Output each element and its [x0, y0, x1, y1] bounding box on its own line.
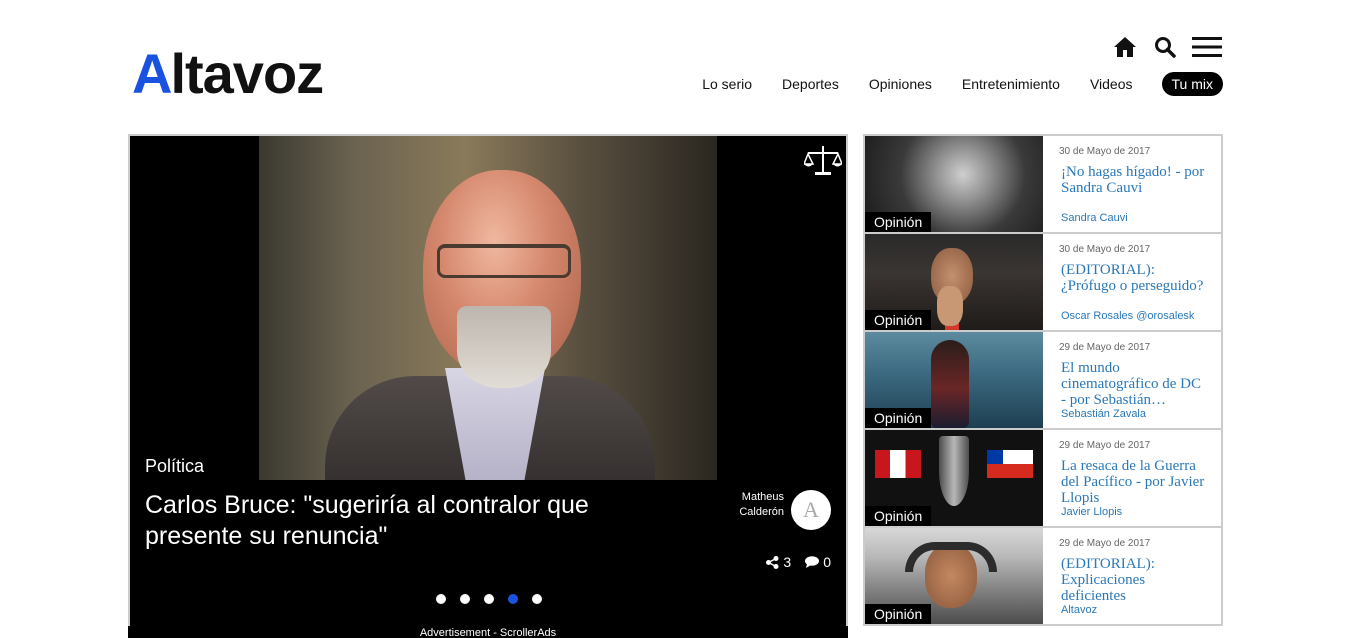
share-icon — [766, 555, 779, 569]
opinion-author[interactable]: Javier Llopis — [1061, 506, 1122, 518]
author-avatar[interactable]: A — [791, 490, 831, 530]
comment-count[interactable]: 0 — [805, 554, 831, 570]
opinion-date: 30 de Mayo de 2017 — [1059, 146, 1151, 157]
opinion-date: 29 de Mayo de 2017 — [1059, 440, 1151, 451]
peru-flag-icon — [875, 450, 921, 478]
opinion-date: 30 de Mayo de 2017 — [1059, 244, 1151, 255]
header-icons — [1112, 34, 1222, 60]
logo-letter-a: A — [132, 42, 172, 105]
nav-deportes[interactable]: Deportes — [782, 72, 839, 96]
slider-dot[interactable] — [484, 594, 494, 604]
opinion-thumbnail[interactable]: Opinión — [865, 332, 1043, 428]
search-icon[interactable] — [1152, 34, 1178, 60]
hero-slider[interactable]: Política Carlos Bruce: "sugeriría al con… — [128, 134, 848, 636]
opinion-card[interactable]: Opinión 29 de Mayo de 2017 La resaca de … — [863, 428, 1223, 526]
opinion-date: 29 de Mayo de 2017 — [1059, 538, 1151, 549]
opinion-title[interactable]: ¡No hagas hígado! - por Sandra Cauvi — [1061, 164, 1207, 196]
home-icon[interactable] — [1112, 34, 1138, 60]
slider-dot[interactable] — [436, 594, 446, 604]
opinion-tag: Opinión — [865, 506, 932, 526]
opinion-date: 29 de Mayo de 2017 — [1059, 342, 1151, 353]
hero-stats: 3 0 — [766, 554, 831, 570]
opinion-card[interactable]: Opinión 29 de Mayo de 2017 El mundo cine… — [863, 330, 1223, 428]
hero-author-name[interactable]: Matheus Calderón — [714, 490, 784, 520]
opinion-thumbnail[interactable]: Opinión — [865, 136, 1043, 232]
opinion-tag: Opinión — [865, 212, 932, 232]
ad-label: Advertisement - ScrollerAds — [128, 626, 848, 638]
opinion-title[interactable]: (EDITORIAL): ¿Prófugo o perseguido? — [1061, 262, 1207, 294]
slider-dot[interactable] — [508, 594, 518, 604]
opinion-title[interactable]: El mundo cinematográfico de DC - por Seb… — [1061, 360, 1207, 408]
opinion-author[interactable]: Sebastián Zavala — [1061, 408, 1146, 420]
opinion-tag: Opinión — [865, 408, 932, 428]
opinion-tag: Opinión — [865, 310, 932, 330]
nav-opiniones[interactable]: Opiniones — [869, 72, 932, 96]
main-nav: Lo serio Deportes Opiniones Entretenimie… — [672, 72, 1223, 96]
share-count[interactable]: 3 — [766, 554, 791, 570]
opinion-author[interactable]: Oscar Rosales @orosalesk — [1061, 310, 1194, 322]
nav-entretenimiento[interactable]: Entretenimiento — [962, 72, 1060, 96]
nav-lo-serio[interactable]: Lo serio — [702, 72, 752, 96]
nav-tu-mix[interactable]: Tu mix — [1161, 72, 1223, 96]
opinion-title[interactable]: (EDITORIAL): Explicaciones deficientes — [1061, 556, 1207, 604]
hero-photo[interactable] — [259, 136, 717, 480]
opinion-thumbnail[interactable]: Opinión — [865, 528, 1043, 624]
slider-dot[interactable] — [460, 594, 470, 604]
opinion-card[interactable]: Opinión 29 de Mayo de 2017 (EDITORIAL): … — [863, 526, 1223, 626]
opinion-tag: Opinión — [865, 604, 932, 624]
hero-headline[interactable]: Carlos Bruce: "sugeriría al contralor qu… — [145, 490, 665, 552]
menu-icon[interactable] — [1192, 34, 1222, 60]
logo-text: ltavoz — [170, 42, 324, 105]
nav-videos[interactable]: Videos — [1090, 72, 1133, 96]
opinion-thumbnail[interactable]: Opinión — [865, 430, 1043, 526]
opinion-card[interactable]: Opinión 30 de Mayo de 2017 (EDITORIAL): … — [863, 232, 1223, 330]
opinion-author[interactable]: Sandra Cauvi — [1061, 212, 1128, 224]
share-count-value: 3 — [783, 554, 792, 570]
scales-of-justice-icon — [804, 146, 842, 175]
opinion-card[interactable]: Opinión 30 de Mayo de 2017 ¡No hagas híg… — [863, 134, 1223, 232]
altavoz-logo[interactable]: Altavoz — [132, 42, 324, 105]
comment-icon — [805, 556, 820, 568]
comment-count-value: 0 — [823, 554, 831, 570]
opinion-sidebar: Opinión 30 de Mayo de 2017 ¡No hagas híg… — [863, 134, 1223, 626]
slider-dot[interactable] — [532, 594, 542, 604]
opinion-author[interactable]: Altavoz — [1061, 604, 1097, 616]
opinion-thumbnail[interactable]: Opinión — [865, 234, 1043, 330]
slider-dots — [436, 594, 542, 604]
hero-category[interactable]: Política — [145, 456, 204, 477]
opinion-title[interactable]: La resaca de la Guerra del Pacífico - po… — [1061, 458, 1207, 506]
chile-flag-icon — [987, 450, 1033, 478]
